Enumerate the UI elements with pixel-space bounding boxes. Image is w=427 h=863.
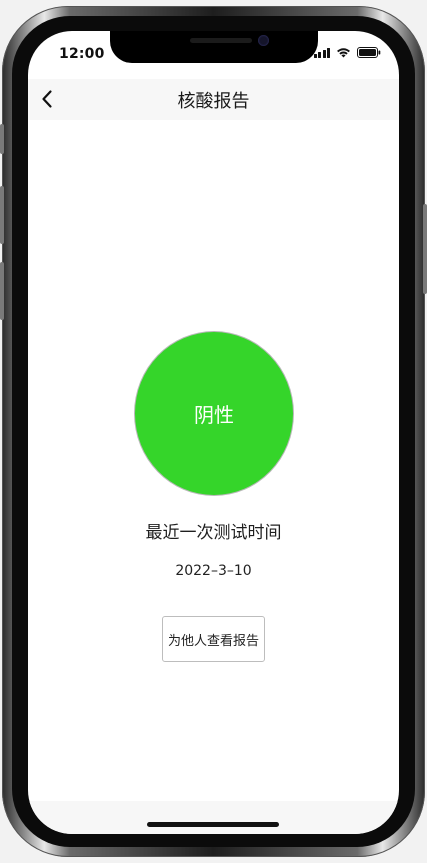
battery-icon [357, 47, 381, 58]
screen: 12:00 核酸报告 阴性 最近一次测试时间 2022–3–10 为他人查看报告 [28, 31, 399, 834]
nav-bar: 核酸报告 [28, 79, 399, 120]
status-icons [313, 47, 382, 58]
last-test-label: 最近一次测试时间 [145, 523, 282, 543]
camera [258, 35, 269, 46]
result-status-text: 阴性 [194, 403, 234, 427]
power-button [423, 204, 427, 294]
page-title: 核酸报告 [177, 91, 250, 112]
signal-icon [313, 47, 330, 58]
volume-down-button [0, 262, 4, 320]
bottom-safe-area [28, 801, 399, 834]
wifi-icon [337, 48, 350, 58]
status-time: 12:00 [59, 46, 105, 62]
home-indicator[interactable] [147, 822, 279, 827]
last-test-date: 2022–3–10 [175, 563, 252, 579]
view-for-others-button[interactable]: 为他人查看报告 [162, 616, 265, 662]
mute-switch [0, 124, 4, 154]
speaker [190, 38, 252, 43]
volume-up-button [0, 186, 4, 244]
result-status-circle: 阴性 [134, 331, 294, 496]
notch [110, 31, 318, 63]
